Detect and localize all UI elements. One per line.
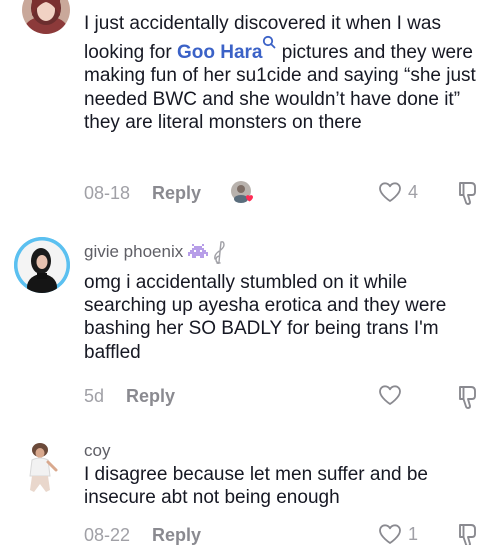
dislike-icon[interactable] bbox=[456, 180, 480, 206]
reply-button[interactable]: Reply bbox=[152, 525, 201, 546]
username-label: coy bbox=[84, 441, 111, 460]
comment-meta: 08-22 Reply bbox=[84, 525, 201, 546]
like-count: 1 bbox=[408, 523, 419, 544]
reply-button[interactable]: Reply bbox=[126, 386, 175, 407]
search-link-label: Goo Hara bbox=[176, 42, 263, 64]
comment-text: I just accidentally discovered it when I… bbox=[84, 12, 484, 134]
comment-date: 08-22 bbox=[84, 525, 131, 545]
like-button[interactable]: 4 bbox=[378, 181, 418, 203]
comment-username[interactable]: coy bbox=[84, 441, 110, 461]
comment-text: omg i accidentally stumbled on it while … bbox=[84, 272, 447, 363]
comment-meta: 5d Reply bbox=[84, 386, 175, 407]
search-link[interactable]: Goo Hara bbox=[176, 36, 277, 64]
dislike-icon[interactable] bbox=[456, 384, 480, 410]
heart-outline-icon bbox=[379, 385, 401, 405]
username-label: givie phoenix bbox=[84, 242, 184, 261]
heart-outline-icon bbox=[379, 524, 401, 544]
commenter-avatar[interactable] bbox=[14, 237, 70, 293]
comment-meta: 08-18 Reply bbox=[84, 183, 201, 204]
comment-username[interactable]: givie phoenix bbox=[84, 240, 227, 264]
dislike-icon[interactable] bbox=[456, 522, 480, 545]
search-icon bbox=[263, 36, 276, 49]
commenter-avatar[interactable] bbox=[22, 0, 70, 34]
like-button[interactable]: 1 bbox=[378, 523, 418, 545]
alien-emoji-icon bbox=[188, 244, 209, 258]
comment-text: I disagree because let men suffer and be… bbox=[84, 464, 428, 509]
like-button[interactable] bbox=[378, 384, 402, 406]
comment-date: 08-18 bbox=[84, 183, 131, 203]
like-count: 4 bbox=[408, 181, 419, 202]
comment-date: 5d bbox=[84, 386, 105, 406]
commenter-avatar[interactable] bbox=[22, 440, 70, 496]
reply-button[interactable]: Reply bbox=[152, 183, 201, 204]
music-note-icon bbox=[214, 241, 225, 264]
creator-liked-avatar bbox=[230, 180, 254, 204]
heart-outline-icon bbox=[379, 182, 401, 202]
